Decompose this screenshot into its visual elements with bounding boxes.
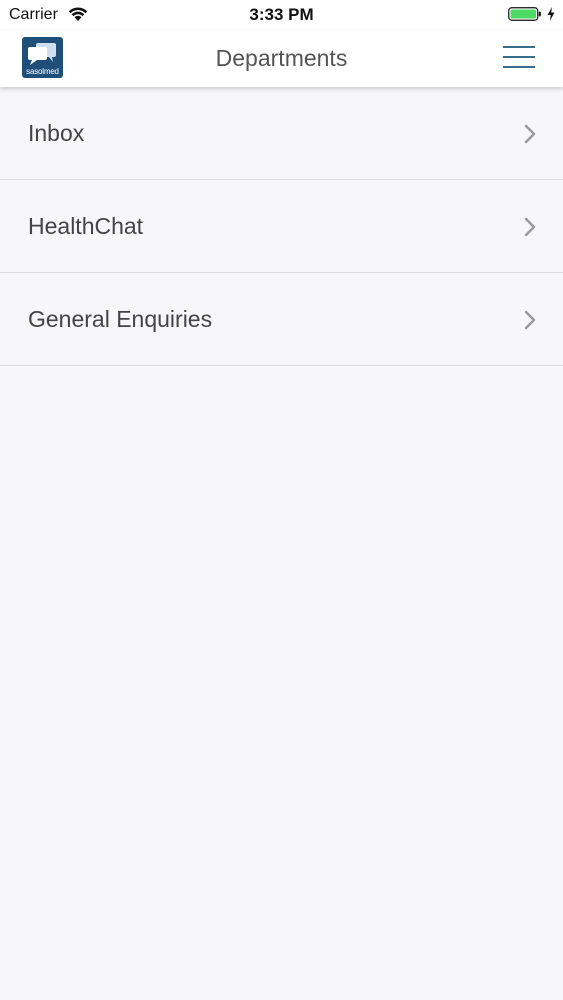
- page-title: Departments: [215, 45, 348, 71]
- clock: 3:33 PM: [249, 5, 314, 24]
- battery-icon: [508, 6, 542, 22]
- menu-line-icon: [503, 66, 535, 68]
- department-label: General Enquiries: [28, 306, 213, 332]
- navigation-bar: sasolmed Departments: [0, 30, 563, 87]
- department-item-general-enquiries[interactable]: General Enquiries: [0, 273, 563, 366]
- department-item-healthchat[interactable]: HealthChat: [0, 180, 563, 273]
- charging-bolt-icon: [546, 6, 556, 22]
- chevron-right-icon: [523, 217, 537, 237]
- hamburger-menu-button[interactable]: [497, 42, 541, 72]
- department-item-inbox[interactable]: Inbox: [0, 87, 563, 180]
- menu-line-icon: [503, 56, 535, 58]
- menu-line-icon: [503, 46, 535, 48]
- departments-list: Inbox HealthChat General Enquiries: [0, 87, 563, 366]
- department-label: Inbox: [28, 120, 85, 146]
- chevron-right-icon: [523, 310, 537, 330]
- department-label: HealthChat: [28, 213, 144, 239]
- status-bar: Carrier 3:33 PM: [0, 0, 563, 30]
- chevron-right-icon: [523, 124, 537, 144]
